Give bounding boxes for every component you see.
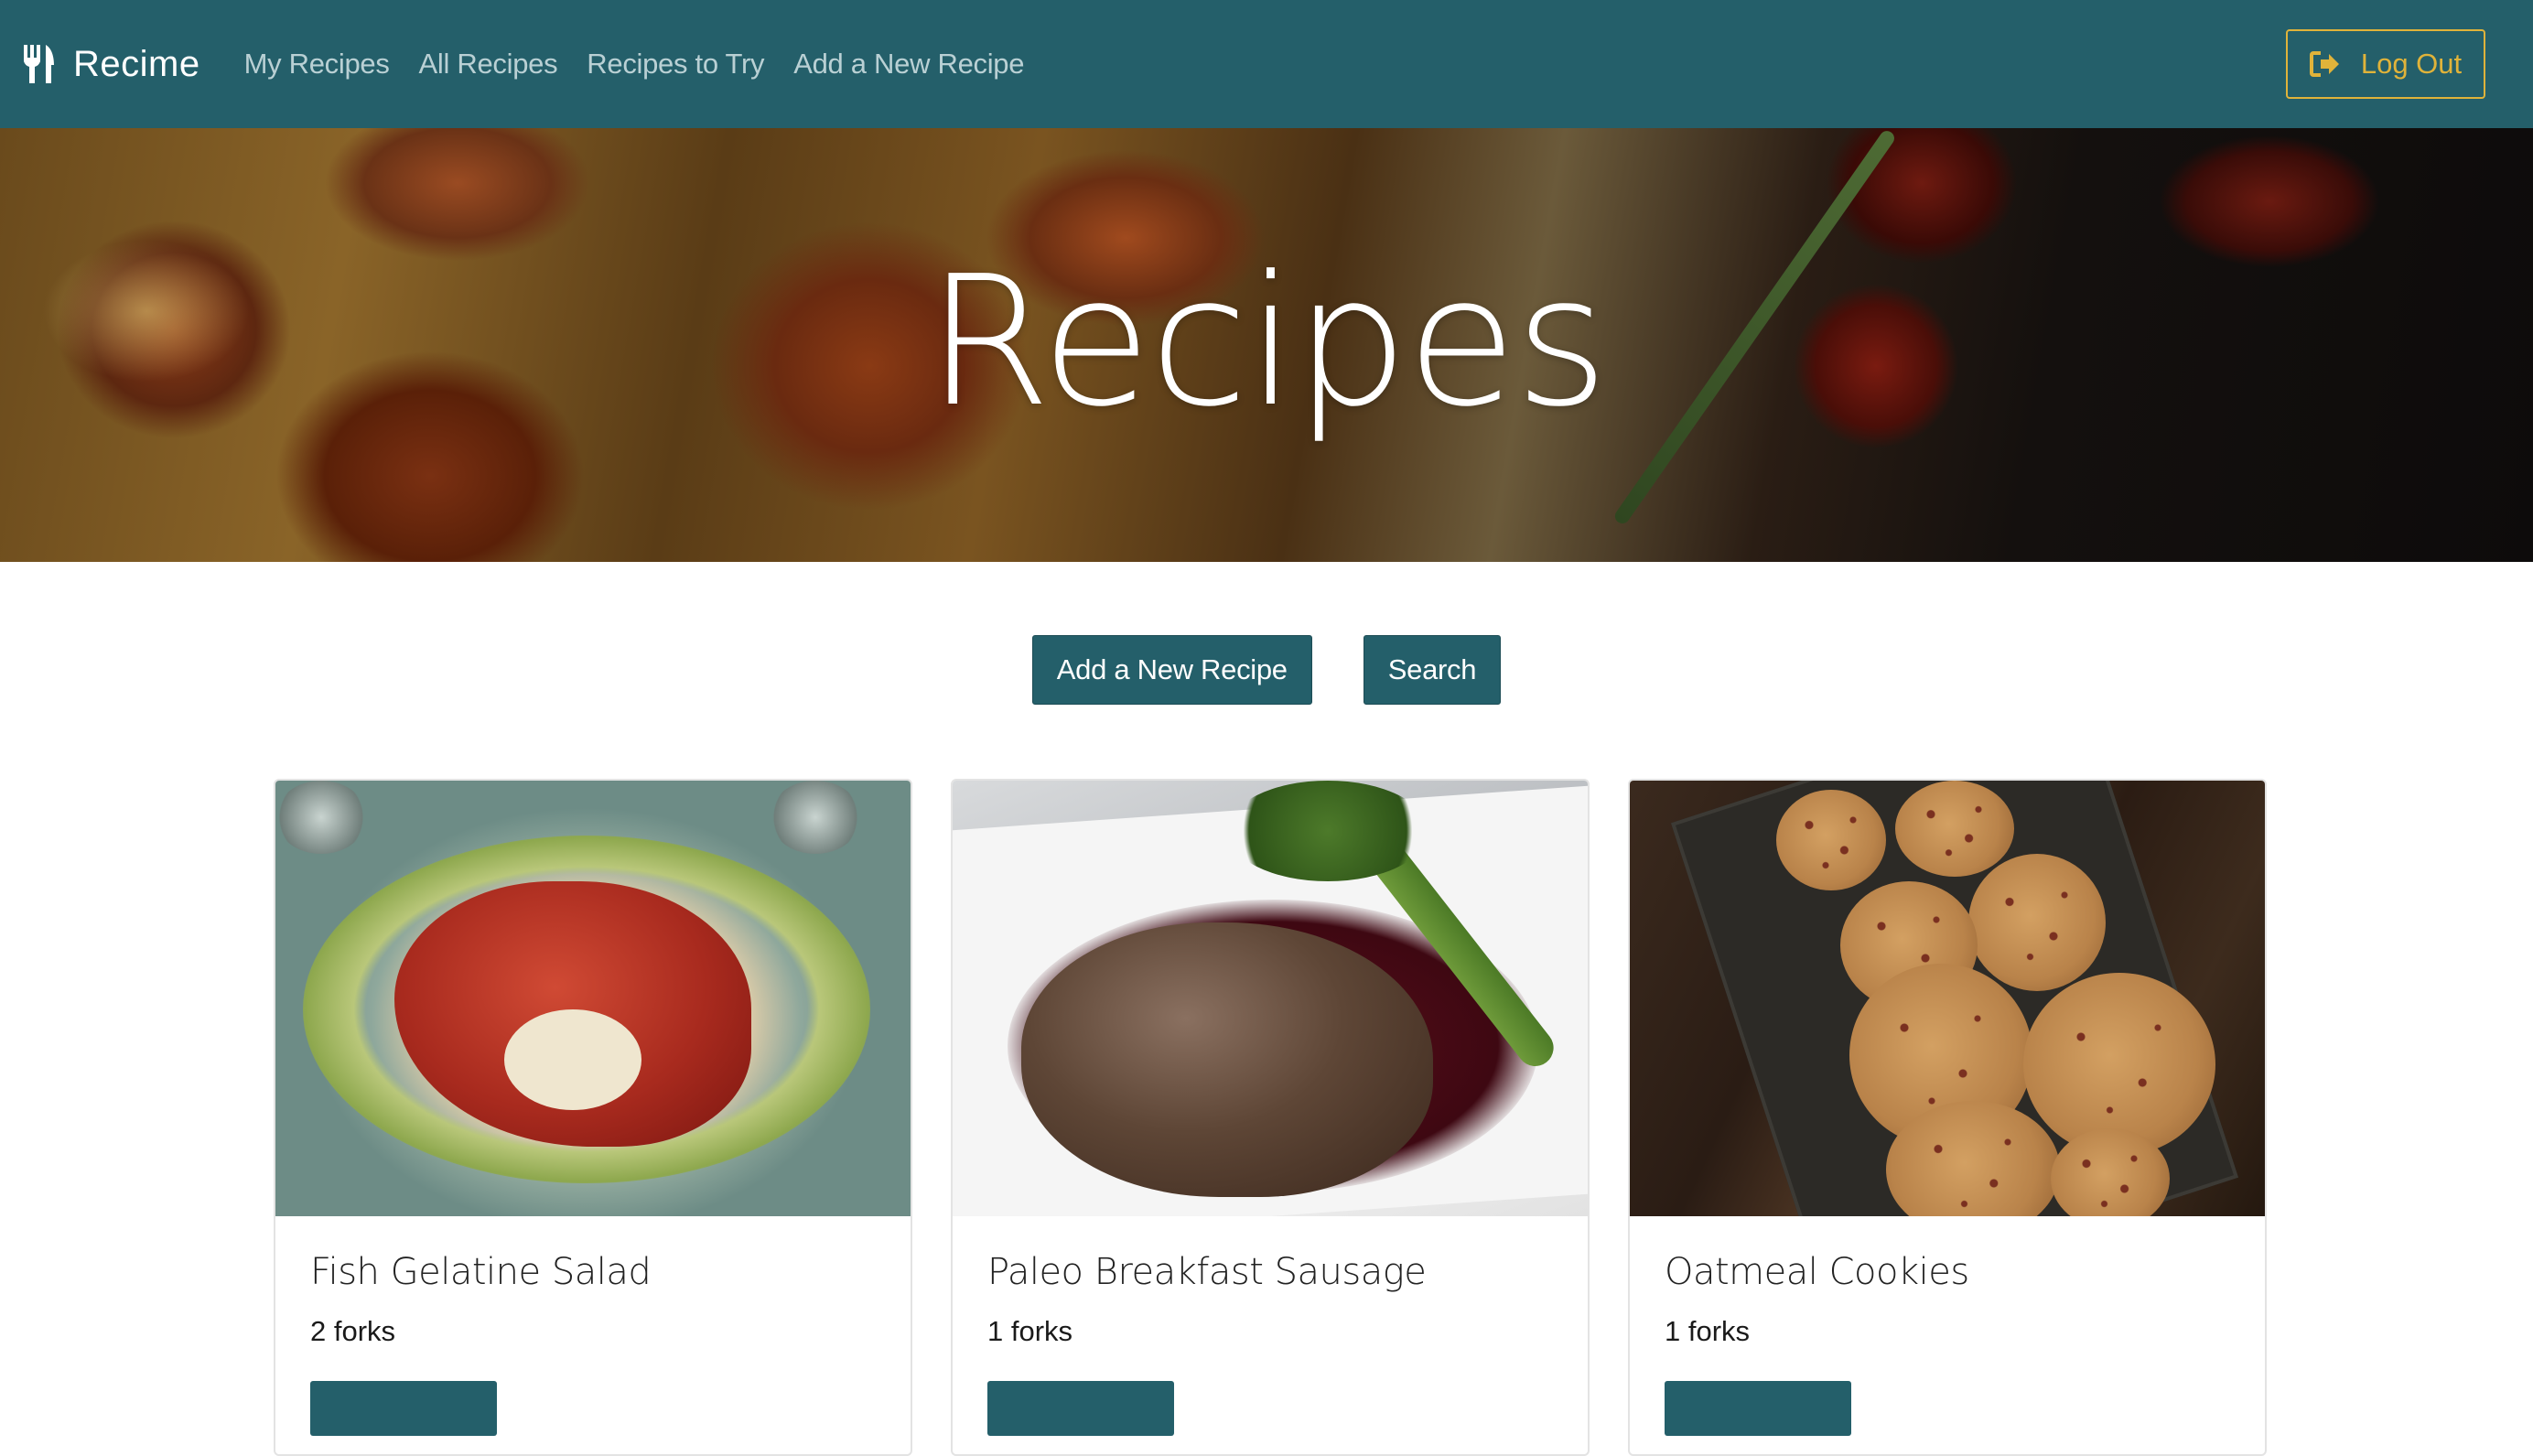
fork-knife-icon (24, 45, 54, 83)
action-bar: Add a New Recipe Search (0, 635, 2533, 705)
recipe-card[interactable]: Fish Gelatine Salad 2 forks (274, 779, 912, 1456)
logout-button[interactable]: Log Out (2286, 29, 2485, 99)
hero-banner: Recipes (0, 128, 2533, 562)
view-recipe-button[interactable] (1665, 1381, 1851, 1436)
add-recipe-button[interactable]: Add a New Recipe (1031, 635, 1312, 705)
recipe-rating: 1 forks (1665, 1315, 1751, 1347)
sign-out-icon (2309, 51, 2339, 77)
logout-label: Log Out (2360, 48, 2463, 80)
recipe-grid: Fish Gelatine Salad 2 forks Paleo Breakf… (274, 779, 2267, 1456)
recipe-rating: 1 forks (987, 1315, 1073, 1347)
recipe-image[interactable] (953, 781, 1588, 1216)
recipe-image[interactable] (1630, 781, 2265, 1216)
recipe-card[interactable]: Oatmeal Cookies 1 forks (1628, 779, 2267, 1456)
nav-link-all-recipes[interactable]: All Recipes (419, 48, 558, 81)
recipe-card[interactable]: Paleo Breakfast Sausage 1 forks (951, 779, 1590, 1456)
nav-link-recipes-to-try[interactable]: Recipes to Try (587, 48, 764, 81)
top-navbar: Recime My Recipes All Recipes Recipes to… (0, 0, 2533, 128)
nav-link-add-recipe[interactable]: Add a New Recipe (793, 48, 1024, 81)
brand-link[interactable]: Recime (22, 44, 200, 85)
recipe-image[interactable] (275, 781, 911, 1216)
recipe-title: Fish Gelatine Salad (310, 1251, 652, 1293)
nav-link-my-recipes[interactable]: My Recipes (244, 48, 390, 81)
hero-title: Recipes (926, 238, 1608, 447)
recipe-rating: 2 forks (310, 1315, 396, 1347)
view-recipe-button[interactable] (310, 1381, 497, 1436)
recipe-title: Oatmeal Cookies (1665, 1251, 1969, 1293)
search-button[interactable]: Search (1363, 635, 1502, 705)
view-recipe-button[interactable] (987, 1381, 1174, 1436)
recipe-title: Paleo Breakfast Sausage (987, 1251, 1427, 1293)
nav-links: My Recipes All Recipes Recipes to Try Ad… (244, 48, 1054, 81)
brand-name: Recime (73, 43, 200, 84)
